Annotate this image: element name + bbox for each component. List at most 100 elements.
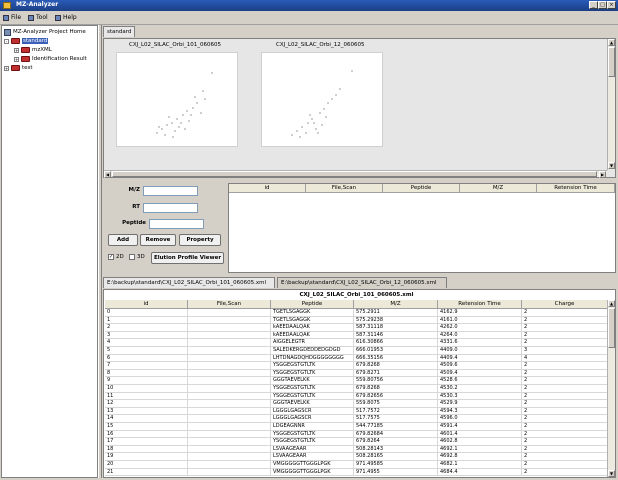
table-row[interactable]: 8 YSGGEGSTGTLTK 679.8271 4509.4 2 xyxy=(105,369,608,378)
mz-field[interactable] xyxy=(143,186,198,196)
table-row[interactable]: 6 LHTDNAGDQHDGGGGGGGG 666.35156 4409.4 4 xyxy=(105,354,608,363)
menu-file[interactable]: File xyxy=(3,13,21,22)
result-col-file-scan[interactable]: File,Scan xyxy=(306,184,383,193)
table-row[interactable]: 17 YSGGEGSTGTLTK 679.8264 4602.8 2 xyxy=(105,438,608,446)
peptide-field[interactable] xyxy=(149,219,204,229)
table-cell-id: 9 xyxy=(105,377,188,385)
scroll-up-icon[interactable]: ▲ xyxy=(608,39,615,46)
data-col-mz-header[interactable]: M/Z xyxy=(354,300,438,309)
checkbox-2d-box[interactable]: ✓ xyxy=(108,254,114,260)
checkbox-3d[interactable]: 3D xyxy=(129,254,145,260)
expand-icon[interactable]: + xyxy=(4,65,9,71)
close-button[interactable]: × xyxy=(607,1,616,9)
peptide-data-table[interactable]: id File,Scan Peptide M/Z Retension Time Charg… xyxy=(105,300,608,477)
menu-help[interactable]: Help xyxy=(55,13,77,22)
scroll-thumb[interactable] xyxy=(112,171,597,177)
data-col-charge-header[interactable]: Charge xyxy=(522,300,608,309)
tab-standard-label: standard xyxy=(107,29,132,35)
tree-node-identification[interactable]: + Identification Result xyxy=(14,55,87,63)
table-cell-file-scan xyxy=(188,445,271,453)
spectrum-vertical-scrollbar[interactable]: ▲ ▼ xyxy=(607,39,615,170)
property-button[interactable]: Property xyxy=(179,234,221,246)
data-col-retension-time-header[interactable]: Retension Time xyxy=(438,300,522,309)
table-cell-id: 14 xyxy=(105,415,188,423)
table-cell-retension-time: 4528.6 xyxy=(438,377,522,385)
table-cell-id: 2 xyxy=(105,324,188,332)
table-cell-charge: 2 xyxy=(522,453,608,461)
result-col-peptide[interactable]: Peptide xyxy=(383,184,460,193)
table-row[interactable]: 5 SALEDKERGDEDDEDGDGD 666.01953 4409.0 3 xyxy=(105,347,608,355)
elution-profile-viewer-button[interactable]: Elution Profile Viewer xyxy=(151,252,224,264)
data-col-id-header[interactable]: id xyxy=(105,300,188,309)
spectrum-image-1[interactable] xyxy=(116,52,238,147)
table-row[interactable]: 4 AIGGELEGTR 616.30866 4331.6 2 xyxy=(105,339,608,347)
tree-node-standard[interactable]: - standard xyxy=(4,37,49,45)
table-cell-charge: 3 xyxy=(522,347,608,354)
result-col-mz[interactable]: M/Z xyxy=(460,184,537,193)
scroll-thumb[interactable] xyxy=(608,47,615,77)
table-cell-retension-time: 4529.9 xyxy=(438,400,522,408)
scroll-thumb[interactable] xyxy=(608,308,615,348)
table-cell-peptide: YSGGEGSTGTLTK xyxy=(271,369,354,377)
spectrum-horizontal-scrollbar[interactable]: ◀ ▶ xyxy=(104,170,607,178)
menu-tool[interactable]: Tool xyxy=(28,13,48,22)
search-result-table[interactable]: id File,Scan Peptide M/Z Retension Time xyxy=(228,183,616,273)
table-cell-mz: 559.8075 xyxy=(354,400,438,408)
table-row[interactable]: 18 LSVAAGEAAR 508.28143 4692.1 2 xyxy=(105,445,608,454)
maximize-button[interactable]: □ xyxy=(598,1,607,9)
expand-icon[interactable]: + xyxy=(14,47,19,53)
table-row[interactable]: 12 GGGTAEVELKK 559.8075 4529.9 2 xyxy=(105,400,608,408)
split-pane-divider[interactable] xyxy=(98,25,102,478)
table-row[interactable]: 14 LGGGLGAGSCR 517.7575 4596.0 2 xyxy=(105,415,608,423)
scroll-right-icon[interactable]: ▶ xyxy=(599,171,606,178)
table-row[interactable]: 9 GGGTAEVELKK 559.80756 4528.6 2 xyxy=(105,377,608,385)
result-col-retension-time[interactable]: Retension Time xyxy=(537,184,615,193)
table-row[interactable]: 11 YSGGEGSTGTLTK 679.82656 4530.3 2 xyxy=(105,392,608,401)
table-cell-id: 21 xyxy=(105,468,188,476)
scroll-down-icon[interactable]: ▼ xyxy=(608,162,615,169)
table-row[interactable]: 15 LDGEAGNNR 544.77185 4591.4 2 xyxy=(105,423,608,431)
result-col-id[interactable]: id xyxy=(229,184,306,193)
table-row[interactable]: 1 TGETLSGAGGK 575.29238 4161.0 2 xyxy=(105,316,608,325)
table-row[interactable]: 19 LSVAAGEAAR 508.28165 4692.8 2 xyxy=(105,453,608,461)
remove-button[interactable]: Remove xyxy=(140,234,176,246)
table-row[interactable]: 16 YSGGEGSTGTLTK 679.82684 4601.4 2 xyxy=(105,430,608,439)
scroll-left-icon[interactable]: ◀ xyxy=(104,171,111,178)
tab-file-101[interactable]: E:\backup\standard\CXJ_L02_SILAC_Orbi_10… xyxy=(103,277,275,288)
table-row[interactable]: 7 YSGGEGSTGTLTK 679.8268 4509.6 2 xyxy=(105,362,608,370)
search-panel: M/Z RT Peptide Add Remove Property ✓ 2D … xyxy=(103,181,227,273)
table-cell-peptide: LSVAAGEAAR xyxy=(271,453,354,461)
table-cell-file-scan xyxy=(188,316,271,324)
table-row[interactable]: 21 VMGGGGGTTGGGLPGK 971.4955 4684.4 2 xyxy=(105,468,608,477)
collapse-icon[interactable]: - xyxy=(4,38,9,44)
scroll-down-icon[interactable]: ▼ xyxy=(608,470,615,477)
tab-file-12[interactable]: E:\backup\standard\CXJ_L02_SILAC_Orbi_12… xyxy=(277,277,447,288)
data-col-file-scan-header[interactable]: File,Scan xyxy=(188,300,271,309)
tree-node-mzxml[interactable]: + mzXML xyxy=(14,46,52,54)
minimize-button[interactable]: _ xyxy=(589,1,598,9)
add-button[interactable]: Add xyxy=(108,234,138,246)
table-cell-charge: 2 xyxy=(522,445,608,453)
scroll-up-icon[interactable]: ▲ xyxy=(608,300,615,307)
table-cell-retension-time: 4264.0 xyxy=(438,331,522,339)
checkbox-3d-box[interactable] xyxy=(129,254,135,260)
expand-icon[interactable]: + xyxy=(14,56,19,62)
table-row[interactable]: 10 YSGGEGSTGTLTK 679.8268 4530.2 2 xyxy=(105,385,608,393)
table-row[interactable]: 20 VMGGGGGTTGGGLPGK 971.49585 4682.1 2 xyxy=(105,461,608,469)
table-cell-file-scan xyxy=(188,339,271,347)
checkbox-2d[interactable]: ✓ 2D xyxy=(108,254,124,260)
tree-node-test[interactable]: + test xyxy=(4,64,33,72)
table-cell-retension-time: 4530.3 xyxy=(438,392,522,400)
spectrum-image-2[interactable] xyxy=(261,52,383,147)
tree-root[interactable]: MZ-Analyzer Project Home xyxy=(4,28,86,36)
table-cell-peptide: YSGGEGSTGTLTK xyxy=(271,362,354,370)
data-col-peptide-header[interactable]: Peptide xyxy=(271,300,354,309)
table-row[interactable]: 0 TGETLSGAGGK 575.2911 4162.9 2 xyxy=(105,309,608,317)
data-vertical-scrollbar[interactable]: ▲ ▼ xyxy=(607,300,615,477)
table-row[interactable]: 2 kAEEDAALQAK 587.31118 4262.0 2 xyxy=(105,324,608,332)
tab-standard[interactable]: standard xyxy=(103,26,136,37)
table-row[interactable]: 13 LGGGLGAGSCR 517.7572 4594.3 2 xyxy=(105,407,608,416)
rt-field[interactable] xyxy=(143,203,198,213)
table-row[interactable]: 3 kAEEDAALQAK 587.31146 4264.0 2 xyxy=(105,331,608,340)
table-cell-peptide: LGGGLGAGSCR xyxy=(271,415,354,423)
